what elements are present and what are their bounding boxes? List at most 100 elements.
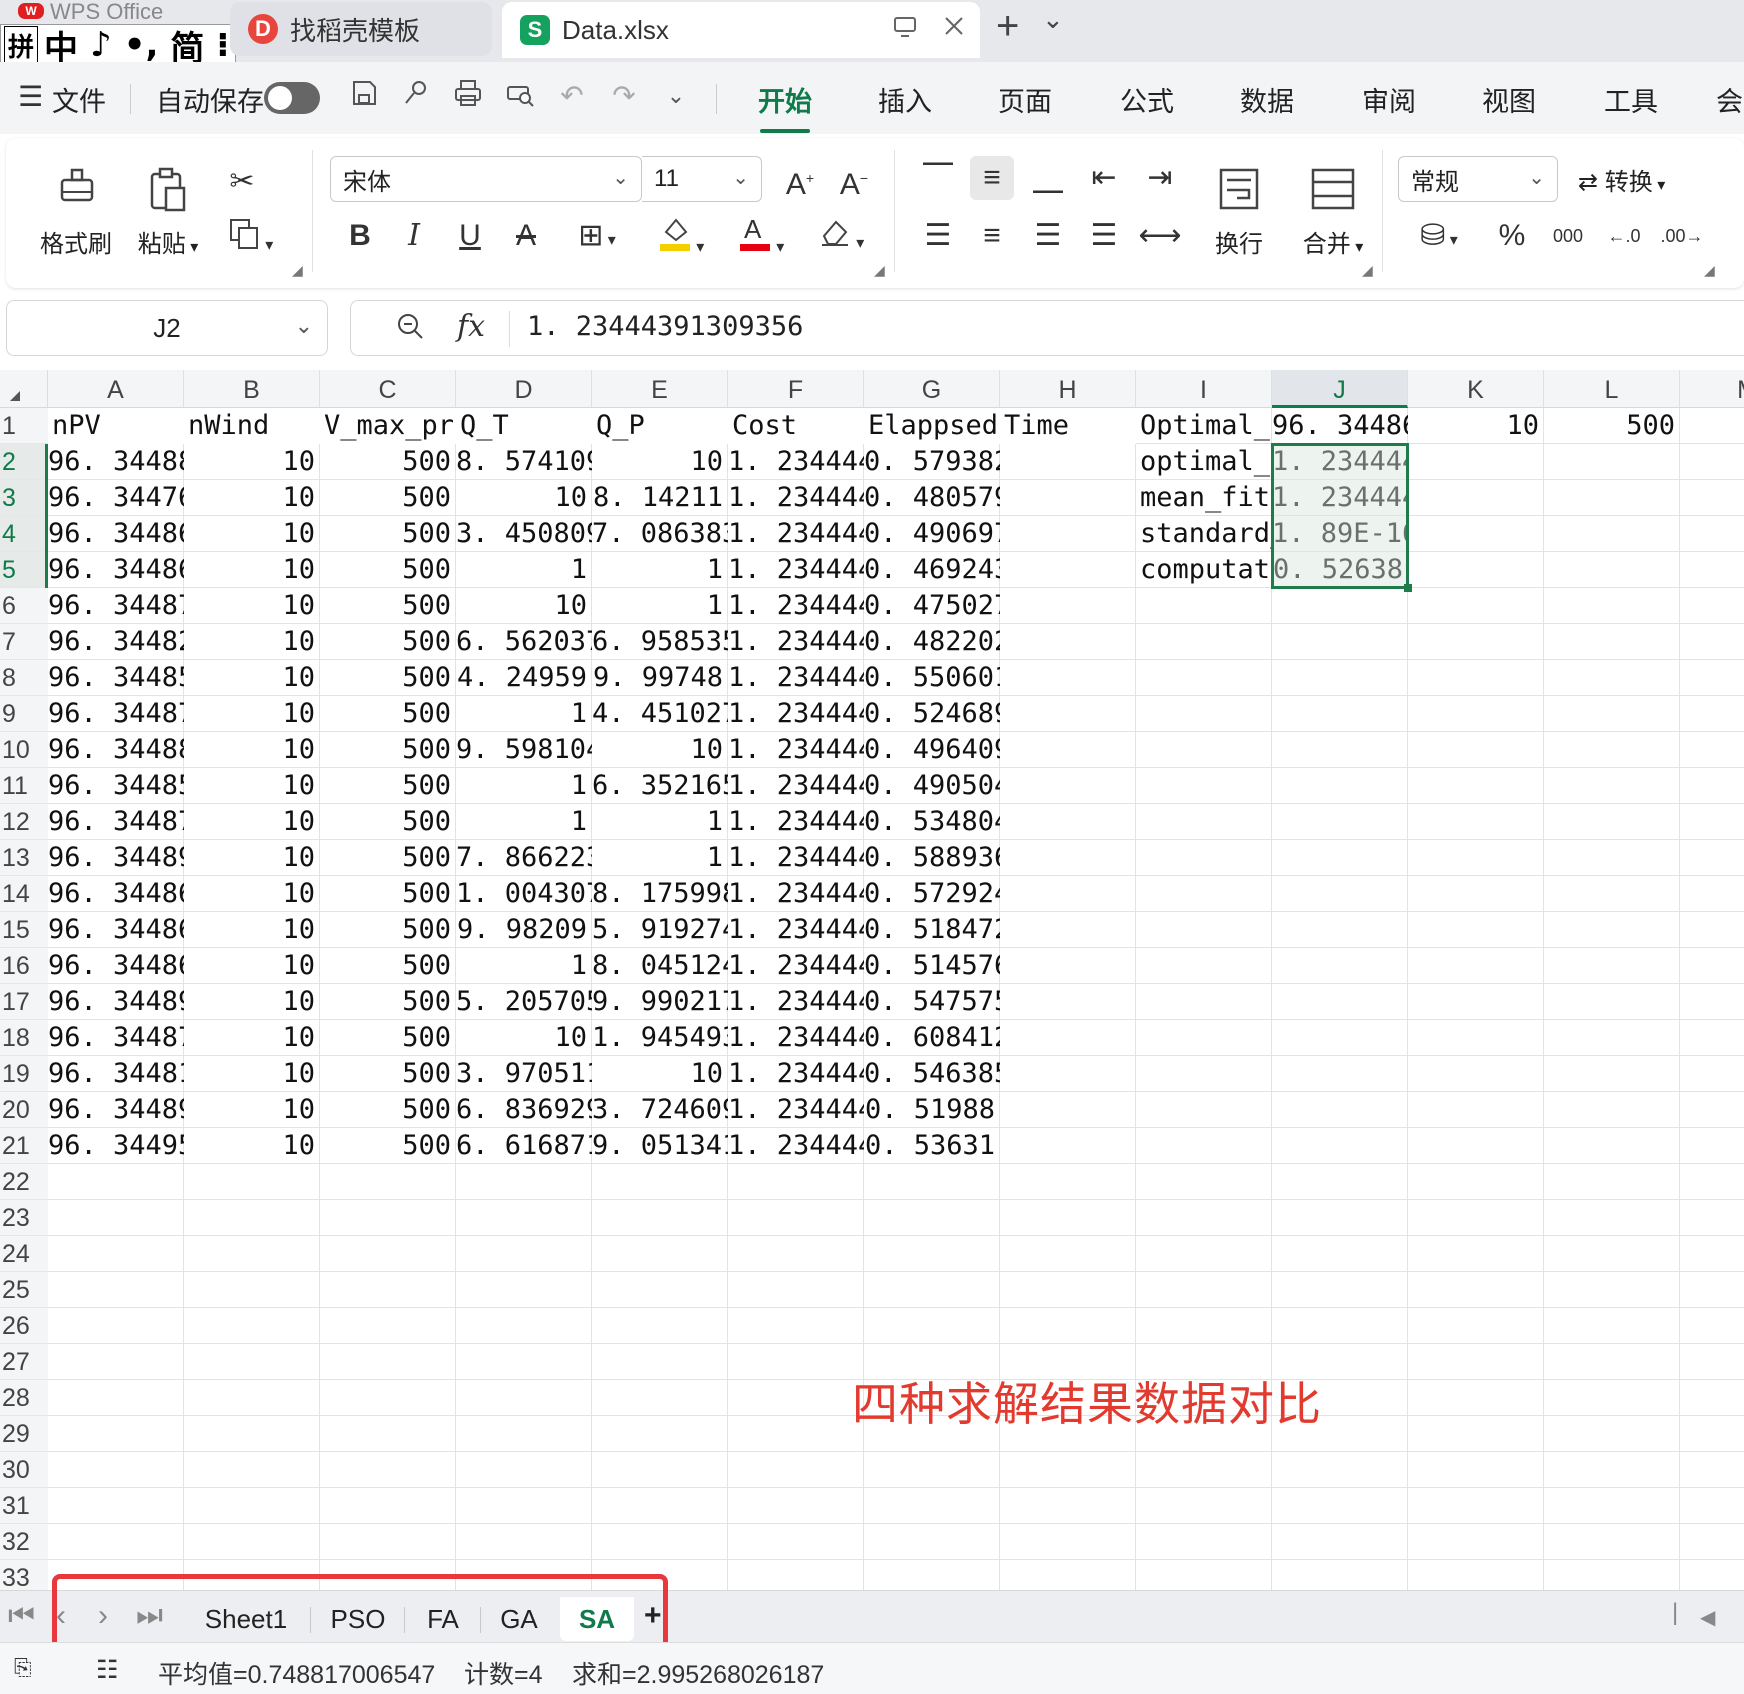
- increase-indent-icon[interactable]: ⇥: [1138, 156, 1182, 200]
- ime-pinyin[interactable]: 拼: [4, 25, 39, 65]
- table-cell[interactable]: 96. 34487: [48, 804, 184, 840]
- header-cell-c[interactable]: V_max_prc: [320, 408, 470, 444]
- tab-list-button[interactable]: ⌄: [1042, 4, 1064, 35]
- increase-decimal-icon[interactable]: ←.0: [1602, 214, 1646, 258]
- row-header-31[interactable]: 31: [0, 1488, 48, 1524]
- table-cell[interactable]: 1. 234444: [728, 480, 864, 516]
- table-cell[interactable]: 1. 234444: [728, 1056, 864, 1092]
- number-launcher-icon[interactable]: ◢: [1704, 262, 1715, 279]
- currency-icon[interactable]: ⛁ ▾: [1404, 214, 1474, 258]
- convert-button[interactable]: ⇄ 转换 ▾: [1578, 162, 1665, 197]
- table-cell[interactable]: 0. 579382: [864, 444, 1000, 480]
- row-header-2[interactable]: 2: [0, 444, 48, 480]
- table-cell[interactable]: 1. 234444: [728, 768, 864, 804]
- table-cell[interactable]: 6. 836929: [456, 1092, 592, 1128]
- side-value-cell[interactable]: 96. 34486: [1272, 408, 1408, 444]
- row-header-20[interactable]: 20: [0, 1092, 48, 1128]
- table-cell[interactable]: 1. 234444: [728, 660, 864, 696]
- table-cell[interactable]: 96. 34488: [48, 732, 184, 768]
- sheet-tab-ga[interactable]: GA: [486, 1597, 552, 1641]
- table-cell[interactable]: 9. 051341: [592, 1128, 728, 1164]
- row-header-28[interactable]: 28: [0, 1380, 48, 1416]
- table-cell[interactable]: 500: [320, 1056, 456, 1092]
- ime-half-moon[interactable]: ♪: [84, 25, 118, 65]
- column-header-b[interactable]: B: [184, 370, 320, 408]
- print-preview-icon[interactable]: [502, 78, 538, 114]
- row-header-14[interactable]: 14: [0, 876, 48, 912]
- table-cell[interactable]: 96. 34482: [48, 624, 184, 660]
- table-cell[interactable]: 500: [320, 660, 456, 696]
- table-cell[interactable]: 8. 175998: [592, 876, 728, 912]
- table-cell[interactable]: 0. 469243: [864, 552, 1000, 588]
- side-label-cell[interactable]: mean_fitr: [1136, 480, 1272, 516]
- table-cell[interactable]: 0. 480579: [864, 480, 1000, 516]
- sum-options-icon[interactable]: ☷: [96, 1655, 118, 1685]
- row-header-15[interactable]: 15: [0, 912, 48, 948]
- undo-icon[interactable]: ↶: [554, 78, 590, 114]
- table-cell[interactable]: 96. 34487: [48, 696, 184, 732]
- formula-bar[interactable]: fx 1. 23444391309356: [350, 300, 1744, 356]
- table-cell[interactable]: 6. 352165: [592, 768, 728, 804]
- cell-k1[interactable]: 10: [1408, 408, 1544, 444]
- column-header-m[interactable]: M: [1680, 370, 1744, 408]
- table-cell[interactable]: 10: [184, 1056, 320, 1092]
- distributed-icon[interactable]: ⟷: [1138, 214, 1182, 258]
- justify-icon[interactable]: ☰: [1082, 214, 1126, 258]
- table-cell[interactable]: 3. 970511: [456, 1056, 592, 1092]
- table-cell[interactable]: 4. 24959: [456, 660, 592, 696]
- table-cell[interactable]: 1. 234444: [728, 1020, 864, 1056]
- macro-icon[interactable]: ⎘: [14, 1655, 32, 1681]
- table-cell[interactable]: 10: [184, 624, 320, 660]
- table-cell[interactable]: 96. 34481: [48, 1056, 184, 1092]
- table-cell[interactable]: 500: [320, 516, 456, 552]
- menu-insert[interactable]: 插入: [878, 80, 932, 119]
- row-header-22[interactable]: 22: [0, 1164, 48, 1200]
- table-cell[interactable]: 10: [184, 876, 320, 912]
- table-cell[interactable]: 0. 482202: [864, 624, 1000, 660]
- side-label-cell[interactable]: Optimal_s: [1136, 408, 1272, 444]
- table-cell[interactable]: 0. 547575: [864, 984, 1000, 1020]
- menu-view[interactable]: 视图: [1482, 80, 1536, 119]
- column-header-j[interactable]: J: [1272, 370, 1408, 408]
- row-header-9[interactable]: 9: [0, 696, 48, 732]
- table-cell[interactable]: 1. 234444: [728, 948, 864, 984]
- copy-icon[interactable]: ▾: [220, 216, 280, 260]
- bold-icon[interactable]: B: [338, 214, 382, 258]
- fill-handle[interactable]: [1404, 584, 1412, 592]
- side-label-cell[interactable]: computati: [1136, 552, 1272, 588]
- table-cell[interactable]: 8. 14211: [592, 480, 728, 516]
- table-cell[interactable]: 3. 450809: [456, 516, 592, 552]
- table-cell[interactable]: 10: [184, 1092, 320, 1128]
- table-cell[interactable]: 500: [320, 804, 456, 840]
- table-cell[interactable]: 500: [320, 552, 456, 588]
- table-cell[interactable]: 9. 990217: [592, 984, 728, 1020]
- column-header-i[interactable]: I: [1136, 370, 1272, 408]
- menu-page[interactable]: 页面: [998, 80, 1052, 119]
- table-cell[interactable]: 0. 588936: [864, 840, 1000, 876]
- table-cell[interactable]: 500: [320, 984, 456, 1020]
- table-cell[interactable]: 1. 234444: [728, 696, 864, 732]
- thousands-separator-icon[interactable]: 000: [1546, 214, 1590, 258]
- percent-icon[interactable]: %: [1490, 214, 1534, 258]
- row-header-17[interactable]: 17: [0, 984, 48, 1020]
- align-bottom-icon[interactable]: ⎽: [1026, 156, 1070, 200]
- table-cell[interactable]: 96. 34488: [48, 444, 184, 480]
- row-header-29[interactable]: 29: [0, 1416, 48, 1452]
- table-cell[interactable]: 500: [320, 840, 456, 876]
- menu-member[interactable]: 会: [1716, 80, 1743, 119]
- align-left-icon[interactable]: ☰: [916, 214, 960, 258]
- row-header-1[interactable]: 1: [0, 408, 48, 444]
- first-sheet-icon[interactable]: ⏮: [8, 1599, 35, 1633]
- tab-data-xlsx[interactable]: S Data.xlsx: [502, 2, 980, 58]
- table-cell[interactable]: 10: [456, 588, 592, 624]
- decrease-font-icon[interactable]: A−: [832, 156, 876, 201]
- close-tab-icon[interactable]: [940, 12, 968, 47]
- side-label-cell[interactable]: optimal_f: [1136, 444, 1272, 480]
- menu-tools[interactable]: 工具: [1604, 80, 1658, 119]
- table-cell[interactable]: 10: [184, 1020, 320, 1056]
- header-cell-a[interactable]: nPV: [48, 408, 184, 444]
- ime-punct[interactable]: •,: [118, 25, 165, 65]
- table-cell[interactable]: 10: [184, 660, 320, 696]
- underline-icon[interactable]: U: [448, 214, 492, 258]
- table-cell[interactable]: 96. 34476: [48, 480, 184, 516]
